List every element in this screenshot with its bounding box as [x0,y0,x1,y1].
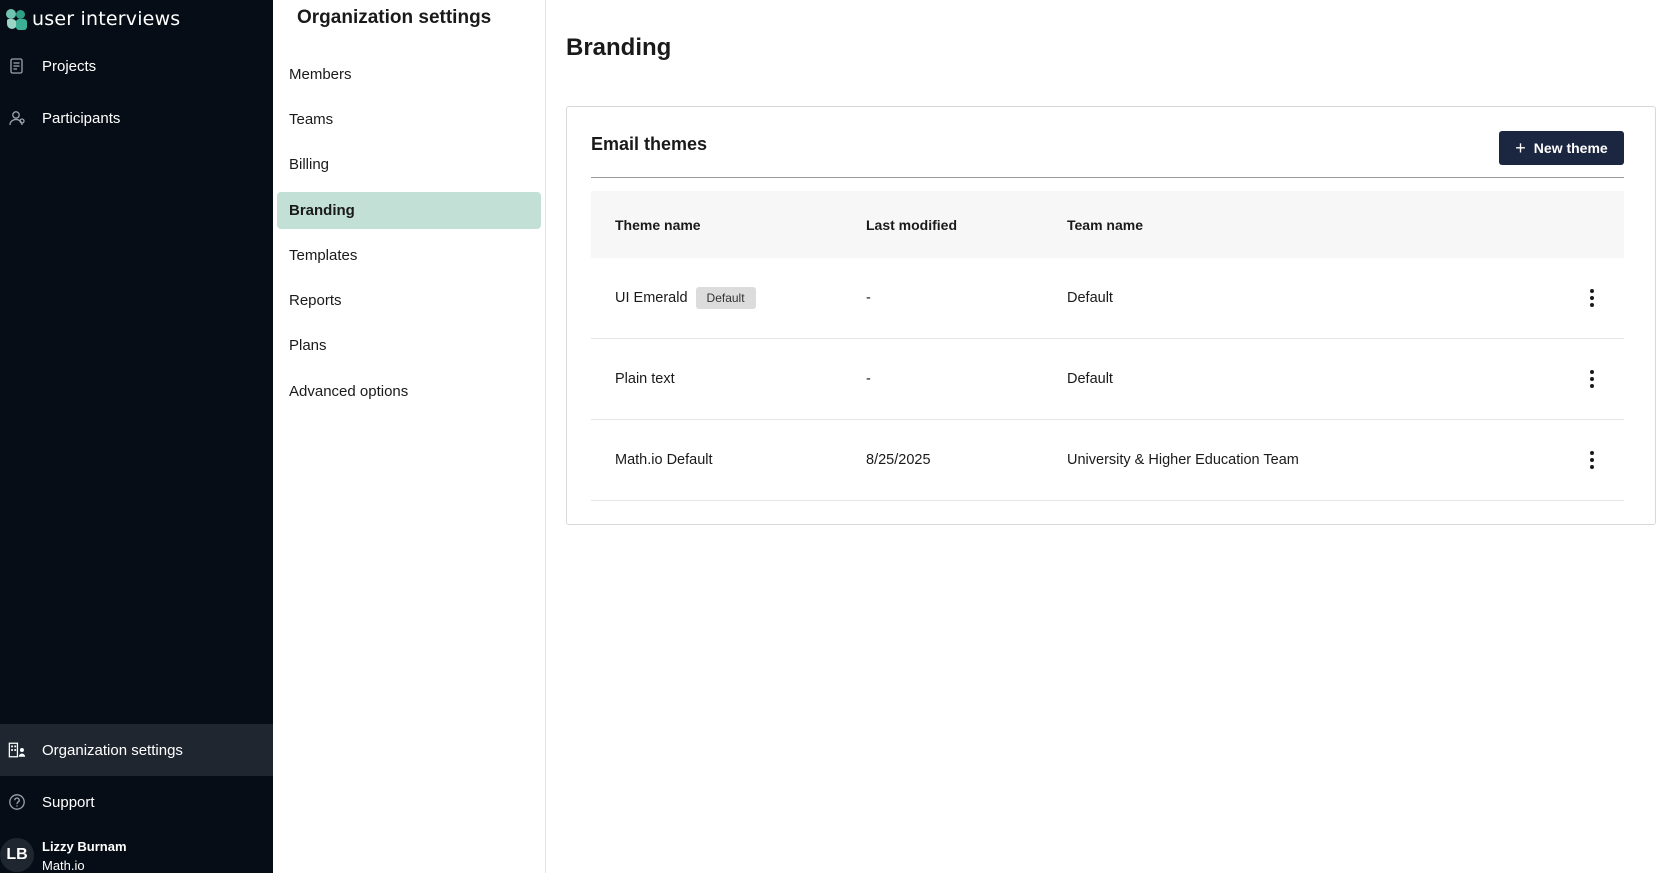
settings-item-branding[interactable]: Branding [277,192,541,229]
brand[interactable]: user interviews [6,8,180,30]
user-menu[interactable]: LB Lizzy Burnam Math.io [0,834,273,873]
table-row[interactable]: Plain text - Default [591,339,1624,420]
primary-nav: user interviews Projects Participants Or… [0,0,273,873]
team-name: University & Higher Education Team [1067,452,1299,468]
building-person-icon [8,741,26,759]
question-circle-icon [8,793,26,811]
team-name: Default [1067,290,1113,306]
user-name: Lizzy Burnam [42,839,127,854]
nav-item-support[interactable]: Support [0,776,273,828]
new-theme-label: New theme [1533,140,1608,156]
nav-item-label: Projects [42,57,97,75]
user-info: Lizzy Burnam Math.io [42,837,127,873]
column-header-team-name: Team name [1067,216,1143,233]
divider [591,177,1624,178]
column-header-theme-name: Theme name [615,216,701,233]
nav-item-label: Organization settings [42,741,183,759]
table-row[interactable]: Math.io Default 8/25/2025 University & H… [591,420,1624,501]
team-name: Default [1067,371,1113,387]
settings-item-advanced-options[interactable]: Advanced options [277,373,541,410]
settings-item-reports[interactable]: Reports [277,282,541,319]
settings-sidebar: Organization settings Members Teams Bill… [273,0,546,873]
new-theme-button[interactable]: + New theme [1499,131,1624,165]
kebab-menu-icon[interactable] [1584,287,1600,309]
nav-item-participants[interactable]: Participants [0,92,273,144]
settings-item-members[interactable]: Members [277,56,541,93]
avatar: LB [0,838,34,872]
person-icon [8,109,26,127]
brand-name: user interviews [32,8,181,30]
theme-name: Math.io Default [615,452,713,468]
settings-item-templates[interactable]: Templates [277,237,541,274]
email-themes-card: Email themes + New theme Theme name Last… [566,106,1656,525]
table-row[interactable]: UI Emerald Default - Default [591,258,1624,339]
table-header: Theme name Last modified Team name [591,191,1624,258]
document-icon [8,57,26,75]
user-org: Math.io [42,858,85,873]
last-modified: - [866,371,871,387]
status-badge: Default [695,287,756,309]
brand-logo-icon [6,8,27,30]
nav-item-label: Participants [42,109,121,127]
settings-item-plans[interactable]: Plans [277,327,541,364]
theme-name: Plain text [615,371,675,387]
settings-item-teams[interactable]: Teams [277,101,541,138]
kebab-menu-icon[interactable] [1584,449,1600,471]
themes-table: Theme name Last modified Team name UI Em… [591,191,1624,501]
column-header-last-modified: Last modified [866,216,958,233]
kebab-menu-icon[interactable] [1584,368,1600,390]
last-modified: - [866,290,871,306]
nav-item-projects[interactable]: Projects [0,40,273,92]
plus-icon: + [1515,138,1526,158]
page-title: Branding [566,34,672,61]
card-title: Email themes [591,134,708,154]
last-modified: 8/25/2025 [866,452,931,468]
nav-item-label: Support [42,793,95,811]
settings-title: Organization settings [297,7,492,28]
theme-name: UI Emerald [615,290,688,306]
main-content: Branding Email themes + New theme Theme … [547,0,1664,873]
settings-item-billing[interactable]: Billing [277,146,541,183]
nav-item-organization-settings[interactable]: Organization settings [0,724,273,776]
